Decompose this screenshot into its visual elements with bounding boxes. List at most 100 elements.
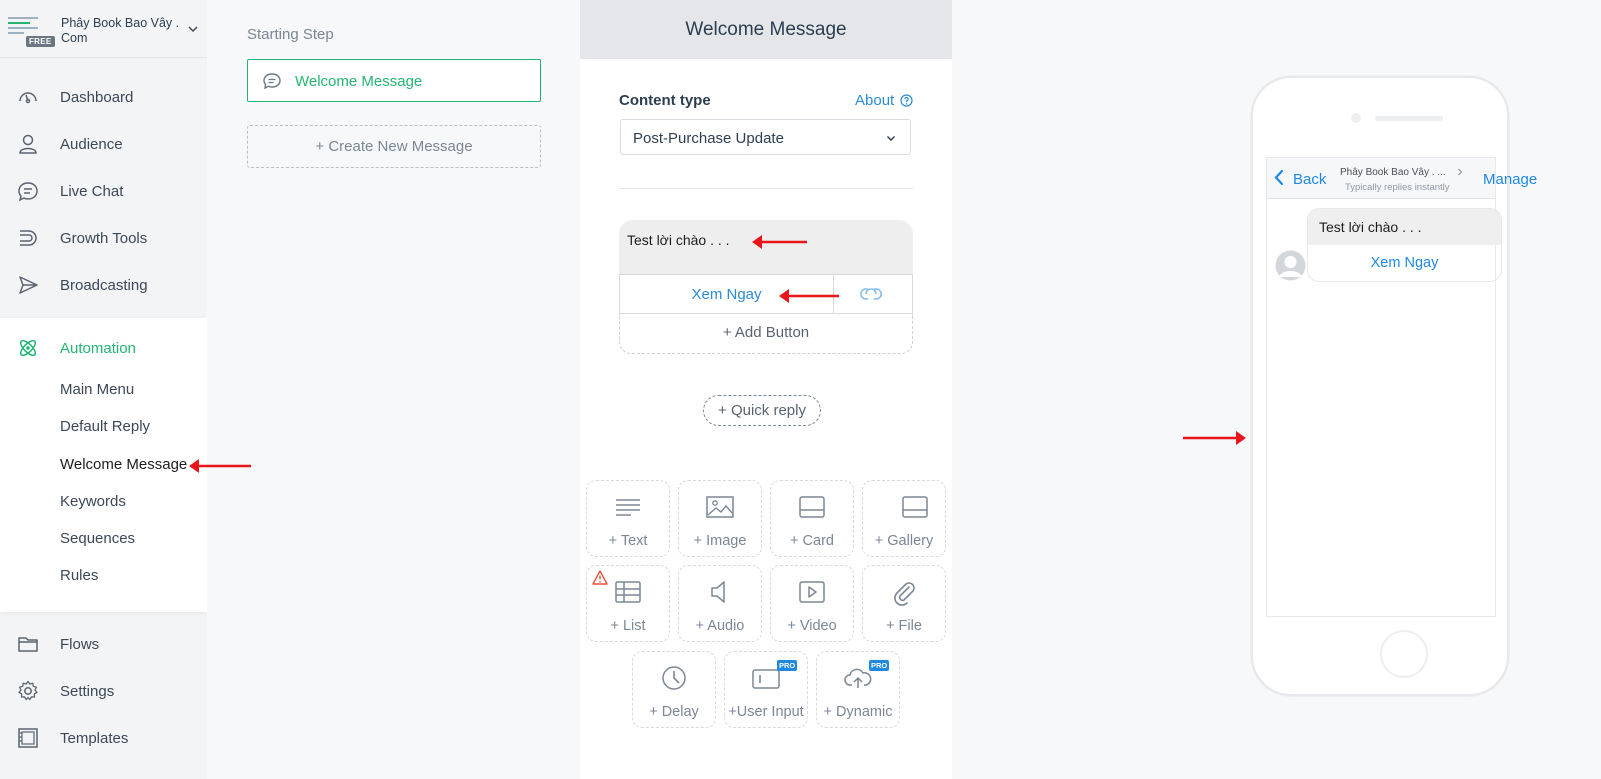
- add-list-tile[interactable]: + List: [586, 565, 670, 642]
- add-user-input-tile[interactable]: PRO +User Input: [724, 651, 808, 728]
- nav-settings[interactable]: Settings: [0, 671, 207, 711]
- annotation-arrow: [752, 235, 807, 249]
- help-icon[interactable]: [900, 94, 913, 107]
- page-subtitle: Typically replies instantly: [1345, 182, 1450, 193]
- nav-templates[interactable]: Templates: [0, 718, 207, 758]
- sub-rules[interactable]: Rules: [60, 567, 98, 584]
- chevron-down-icon: [887, 136, 895, 141]
- annotation-arrow: [779, 289, 839, 303]
- sub-default-reply[interactable]: Default Reply: [60, 418, 150, 435]
- tile-label: + Card: [790, 533, 834, 549]
- content-type-label: Content type: [619, 92, 711, 109]
- add-delay-tile[interactable]: + Delay: [632, 651, 716, 728]
- card-icon: [799, 496, 825, 518]
- gear-icon: [18, 680, 38, 701]
- preview-panel: Back Phây Book Bao Vây . ... Typically r…: [952, 0, 1601, 779]
- tile-label: +User Input: [728, 704, 804, 720]
- brand-switcher[interactable]: FREE Phây Book Bao Vây . Com: [0, 0, 207, 58]
- templates-icon: [18, 728, 38, 748]
- nav-settings-label: Settings: [60, 682, 115, 700]
- nav-live-chat-label: Live Chat: [60, 182, 124, 200]
- chat-icon: [18, 182, 38, 202]
- phone-screen: Back Phây Book Bao Vây . ... Typically r…: [1266, 157, 1537, 617]
- chevron-down-icon[interactable]: [188, 25, 198, 33]
- sub-main-menu[interactable]: Main Menu: [60, 381, 134, 398]
- clock-icon: [662, 666, 686, 690]
- back-button[interactable]: Back: [1293, 171, 1326, 188]
- manage-button[interactable]: Manage: [1483, 171, 1537, 188]
- quick-reply-button[interactable]: + Quick reply: [703, 395, 821, 426]
- atom-icon: [19, 339, 37, 357]
- brand-logo: FREE: [8, 17, 55, 47]
- nav-audience-label: Audience: [60, 135, 123, 153]
- add-video-tile[interactable]: + Video: [770, 565, 854, 642]
- sub-welcome-message[interactable]: Welcome Message: [60, 456, 187, 473]
- about-link[interactable]: About: [855, 92, 894, 109]
- tile-label: + Delay: [649, 704, 699, 720]
- annotation-arrow: [1183, 431, 1246, 445]
- messenger-header: Back Phây Book Bao Vây . ... Typically r…: [1267, 158, 1537, 199]
- nav-flows-label: Flows: [60, 635, 100, 653]
- preview-button-xem-ngay[interactable]: Xem Ngay: [1308, 245, 1501, 281]
- preview-message-text-area: Test lời chào . . .: [1308, 209, 1501, 245]
- preview-message-bubble: Test lời chào . . . Xem Ngay: [1307, 208, 1502, 282]
- message-editor: Welcome Message Content type About Post-…: [580, 0, 952, 779]
- user-icon: [19, 134, 37, 154]
- nav-live-chat[interactable]: Live Chat: [0, 171, 207, 211]
- step-welcome-message[interactable]: Welcome Message: [247, 59, 541, 102]
- add-gallery-tile[interactable]: + Gallery: [862, 480, 946, 557]
- nav-templates-label: Templates: [60, 729, 129, 747]
- sub-sequences[interactable]: Sequences: [60, 530, 135, 547]
- phone-camera: [1351, 113, 1361, 123]
- gallery-icon: [902, 496, 928, 518]
- add-text-tile[interactable]: + Text: [586, 480, 670, 557]
- phone-home-button: [1380, 630, 1428, 678]
- dashboard-icon: [19, 92, 37, 104]
- nav-growth-tools[interactable]: Growth Tools: [0, 218, 207, 258]
- nav-growth-tools-label: Growth Tools: [60, 229, 148, 247]
- chevron-left-icon[interactable]: [1274, 169, 1284, 186]
- sub-keywords[interactable]: Keywords: [60, 493, 126, 510]
- message-button-row: Xem Ngay: [619, 274, 913, 314]
- step-label: Welcome Message: [295, 73, 423, 90]
- steps-panel: Starting Step Welcome Message + Create N…: [207, 0, 580, 779]
- folder-icon: [18, 637, 38, 652]
- create-new-message-button[interactable]: + Create New Message: [247, 125, 541, 168]
- tile-label: + List: [610, 618, 646, 634]
- add-file-tile[interactable]: + File: [862, 565, 946, 642]
- nav-automation-label: Automation: [60, 339, 136, 357]
- audio-icon: [711, 581, 725, 603]
- chevron-right-icon: [1458, 168, 1463, 176]
- phone-speaker: [1375, 116, 1443, 121]
- brand-name: Phây Book Bao Vây . Com: [61, 16, 180, 45]
- add-dynamic-tile[interactable]: PRO + Dynamic: [816, 651, 900, 728]
- tile-label: + Image: [693, 533, 747, 549]
- automation-section: Automation Main Menu Default Reply Welco…: [0, 318, 207, 612]
- add-button[interactable]: + Add Button: [619, 314, 913, 354]
- nav-audience[interactable]: Audience: [0, 124, 207, 164]
- send-icon: [19, 276, 38, 294]
- tile-label: + Audio: [695, 618, 745, 634]
- warning-icon: [592, 570, 608, 585]
- preview-message-text: Test lời chào . . .: [1319, 219, 1422, 235]
- nav-broadcasting-label: Broadcasting: [60, 276, 148, 294]
- video-icon: [799, 581, 825, 603]
- link-icon[interactable]: [855, 285, 887, 303]
- annotation-arrow: [189, 459, 251, 473]
- avatar: [1275, 250, 1306, 281]
- text-icon: [616, 499, 640, 516]
- paperclip-icon: [894, 582, 915, 606]
- add-card-tile[interactable]: + Card: [770, 480, 854, 557]
- nav-dashboard-label: Dashboard: [60, 88, 134, 106]
- add-image-tile[interactable]: + Image: [678, 480, 762, 557]
- add-audio-tile[interactable]: + Audio: [678, 565, 762, 642]
- nav-dashboard[interactable]: Dashboard: [0, 77, 207, 117]
- nav-broadcasting[interactable]: Broadcasting: [0, 265, 207, 305]
- list-icon: [615, 581, 641, 603]
- nav-automation[interactable]: Automation: [0, 328, 207, 368]
- content-type-value: Post-Purchase Update: [633, 130, 784, 147]
- nav-flows[interactable]: Flows: [0, 624, 207, 664]
- page-name: Phây Book Bao Vây . ...: [1340, 167, 1446, 178]
- tile-label: + File: [886, 618, 922, 634]
- content-type-select[interactable]: Post-Purchase Update: [620, 119, 911, 155]
